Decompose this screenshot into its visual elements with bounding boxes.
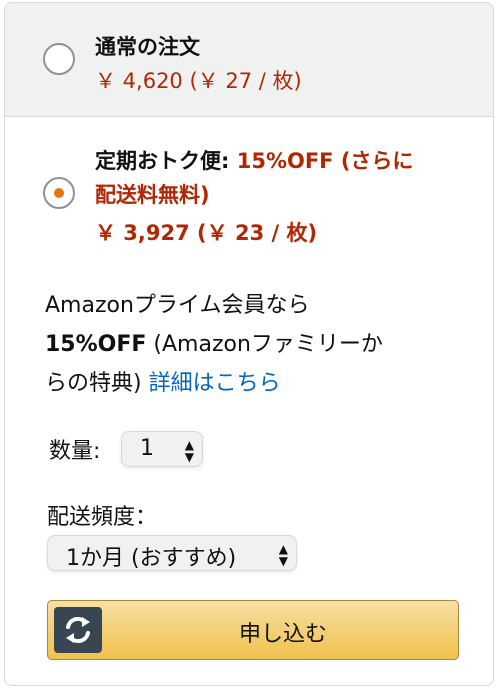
select-arrows-icon: ▲ ▼: [278, 542, 288, 568]
quantity-label: 数量:: [49, 439, 101, 464]
subscribe-radio[interactable]: [43, 177, 75, 209]
radio-selected-dot: [54, 188, 64, 198]
regular-order-price: ￥ 4,620 (￥ 27 / 枚): [95, 69, 302, 93]
subscribe-button[interactable]: 申し込む: [47, 600, 459, 660]
frequency-select[interactable]: 1か月 (おすすめ) ▲ ▼: [47, 535, 297, 571]
regular-order-option[interactable]: 通常の注文 ￥ 4,620 (￥ 27 / 枚): [5, 3, 493, 117]
subscribe-discount-line1: 15%OFF (さらに: [236, 149, 414, 173]
quantity-value: 1: [140, 436, 154, 461]
details-link[interactable]: 詳細はこちら: [149, 371, 281, 396]
prime-line2: 15%OFF (Amazonファミリーか: [45, 325, 485, 364]
subscribe-title-line: 定期おトク便: 15%OFF (さらに: [95, 145, 413, 175]
regular-order-radio[interactable]: [43, 43, 75, 75]
prime-benefit-text: Amazonプライム会員なら 15%OFF (Amazonファミリーか らの特典…: [45, 286, 485, 403]
prime-line2-rest: (Amazonファミリーか: [146, 332, 383, 357]
frequency-value: 1か月 (おすすめ): [66, 546, 237, 571]
prime-line3-text: らの特典): [45, 371, 149, 396]
regular-order-title: 通常の注文: [95, 35, 200, 59]
prime-line3: らの特典) 詳細はこちら: [45, 364, 485, 403]
quantity-select[interactable]: 1 ▲ ▼: [121, 431, 203, 467]
subscribe-button-label: 申し込む: [238, 622, 327, 647]
subscribe-discount-line2: 配送料無料): [95, 183, 210, 207]
prime-line1: Amazonプライム会員なら: [45, 293, 310, 318]
subscribe-title: 定期おトク便:: [95, 149, 230, 173]
frequency-label: 配送頻度：: [47, 505, 158, 530]
select-arrows-icon: ▲ ▼: [184, 438, 194, 464]
purchase-options-panel: 通常の注文 ￥ 4,620 (￥ 27 / 枚) 定期おトク便: 15%OFF …: [4, 2, 494, 686]
subscribe-price: ￥ 3,927 (￥ 23 / 枚): [95, 221, 318, 245]
refresh-icon: [54, 607, 102, 653]
prime-off: 15%OFF: [45, 332, 147, 357]
